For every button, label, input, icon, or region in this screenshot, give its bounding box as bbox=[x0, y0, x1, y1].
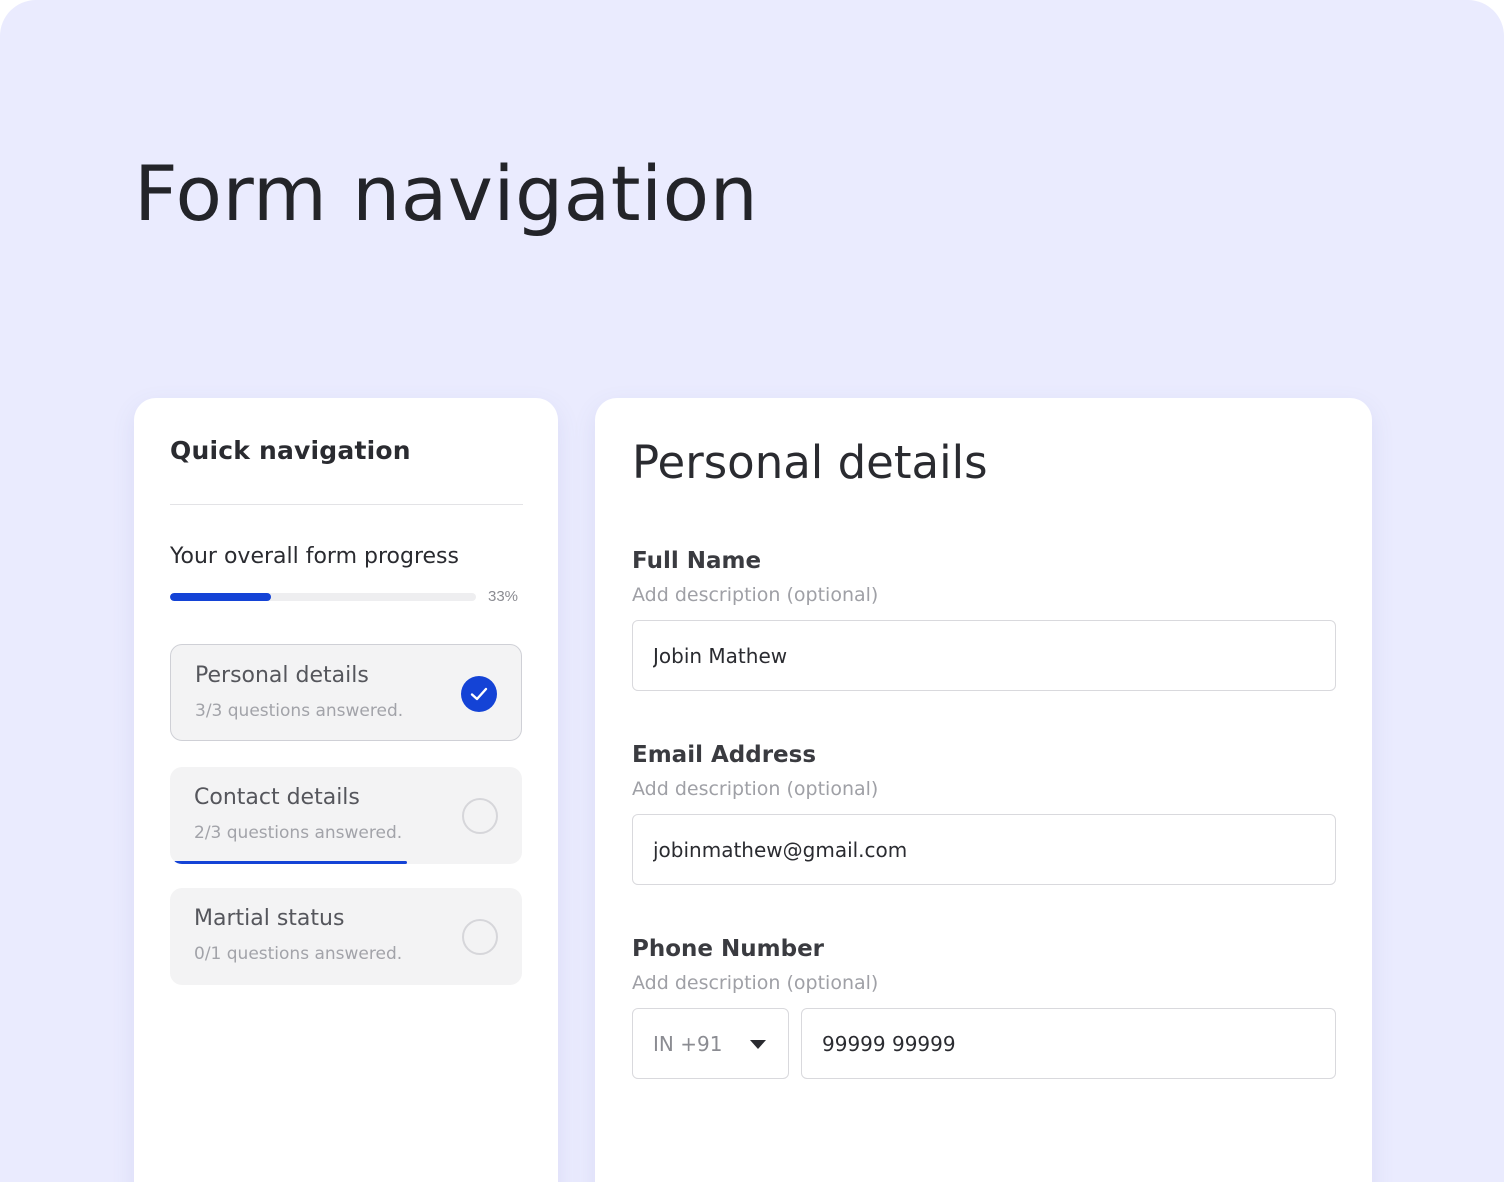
overall-progress-value: 33% bbox=[488, 588, 519, 605]
overall-progress-fill bbox=[170, 593, 271, 601]
section-item-count: 0/1 questions answered. bbox=[194, 944, 403, 964]
country-code-value: IN +91 bbox=[653, 1032, 723, 1056]
phone-label: Phone Number bbox=[632, 936, 825, 962]
empty-circle-icon bbox=[462, 919, 498, 955]
quick-navigation-title: Quick navigation bbox=[170, 436, 411, 465]
overall-progress-bar bbox=[170, 593, 476, 601]
full-name-label: Full Name bbox=[632, 548, 762, 574]
section-item-martial-status[interactable]: Martial status 0/1 questions answered. bbox=[170, 888, 522, 985]
form-section-title: Personal details bbox=[632, 436, 988, 489]
email-input[interactable] bbox=[632, 814, 1336, 885]
quick-navigation-panel: Quick navigation Your overall form progr… bbox=[134, 398, 558, 1182]
email-description: Add description (optional) bbox=[632, 778, 879, 800]
country-code-select[interactable]: IN +91 bbox=[632, 1008, 789, 1079]
section-progress-bar bbox=[174, 861, 408, 864]
page-canvas: Form navigation Quick navigation Your ov… bbox=[0, 0, 1504, 1182]
phone-description: Add description (optional) bbox=[632, 972, 879, 994]
page-title: Form navigation bbox=[134, 149, 759, 238]
section-item-label: Contact details bbox=[194, 785, 360, 810]
divider bbox=[170, 504, 523, 505]
section-item-contact-details[interactable]: Contact details 2/3 questions answered. bbox=[170, 767, 522, 864]
section-item-personal-details[interactable]: Personal details 3/3 questions answered. bbox=[170, 644, 522, 741]
phone-input[interactable] bbox=[801, 1008, 1336, 1079]
form-panel: Personal details Full Name Add descripti… bbox=[595, 398, 1372, 1182]
section-item-count: 3/3 questions answered. bbox=[195, 701, 404, 721]
overall-progress-label: Your overall form progress bbox=[170, 544, 459, 569]
full-name-input[interactable] bbox=[632, 620, 1336, 691]
section-item-label: Martial status bbox=[194, 906, 345, 931]
caret-down-icon bbox=[750, 1040, 766, 1049]
full-name-description: Add description (optional) bbox=[632, 584, 879, 606]
section-item-count: 2/3 questions answered. bbox=[194, 823, 403, 843]
check-circle-icon bbox=[461, 676, 497, 712]
section-item-label: Personal details bbox=[195, 663, 369, 688]
empty-circle-icon bbox=[462, 798, 498, 834]
email-label: Email Address bbox=[632, 742, 817, 768]
